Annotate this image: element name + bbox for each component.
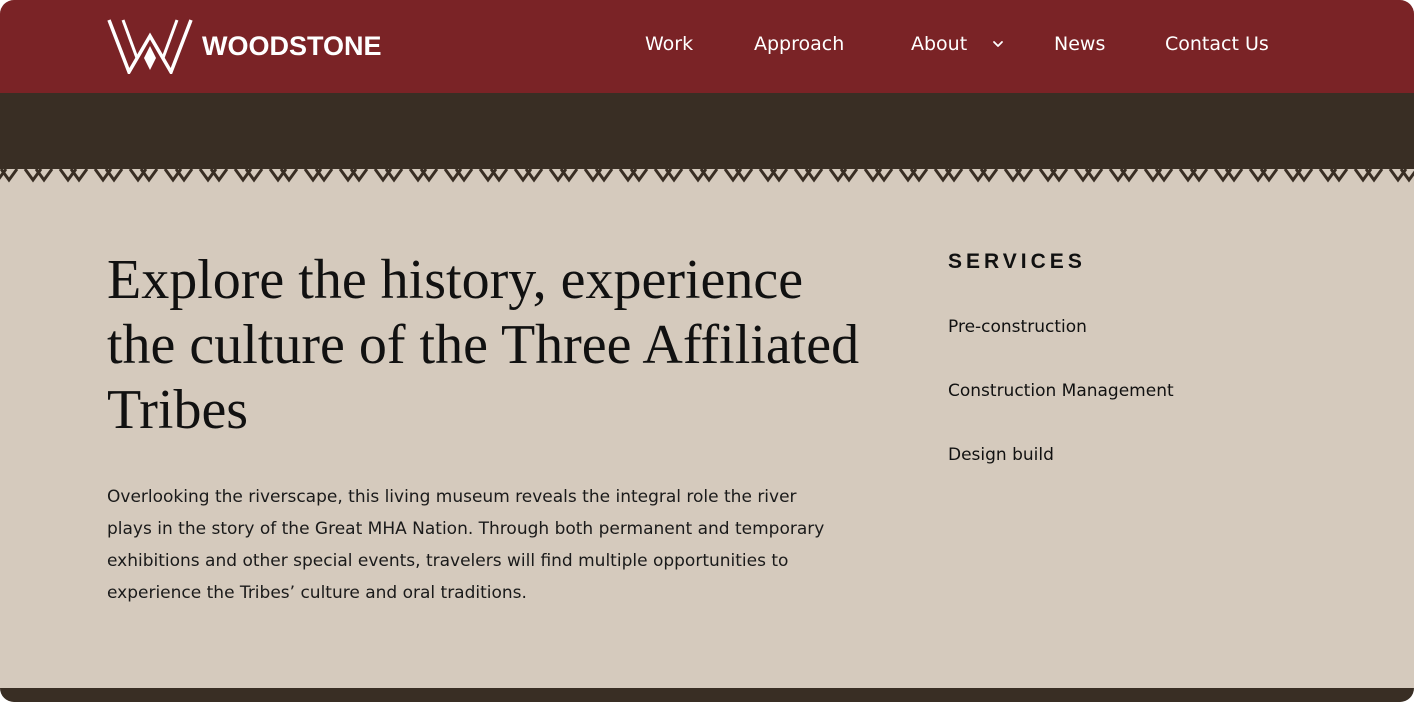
main-nav: Work Approach About News Contact Us [0, 0, 1414, 93]
project-description: Overlooking the riverscape, this living … [107, 487, 825, 603]
nav-item-work[interactable]: Work [645, 33, 693, 55]
service-link-design-build[interactable]: Design build [948, 445, 1054, 465]
nav-item-approach[interactable]: Approach [754, 33, 844, 55]
service-link-construction-management[interactable]: Construction Management [948, 381, 1174, 401]
chevron-down-icon[interactable] [990, 36, 1006, 52]
decorative-zigzag-border [0, 166, 1414, 184]
site-header: WOODSTONE Work Approach About News Conta… [0, 0, 1414, 93]
nav-item-news[interactable]: News [1054, 33, 1105, 55]
page-title: Explore the history, experience the cult… [107, 249, 860, 441]
footer-band [0, 688, 1414, 702]
hero-banner [0, 93, 1414, 169]
services-heading: SERVICES [948, 250, 1086, 273]
nav-item-about[interactable]: About [911, 33, 967, 55]
page-frame: WOODSTONE Work Approach About News Conta… [0, 0, 1414, 702]
service-link-pre-construction[interactable]: Pre-construction [948, 317, 1087, 337]
nav-item-contact-us[interactable]: Contact Us [1165, 33, 1269, 55]
